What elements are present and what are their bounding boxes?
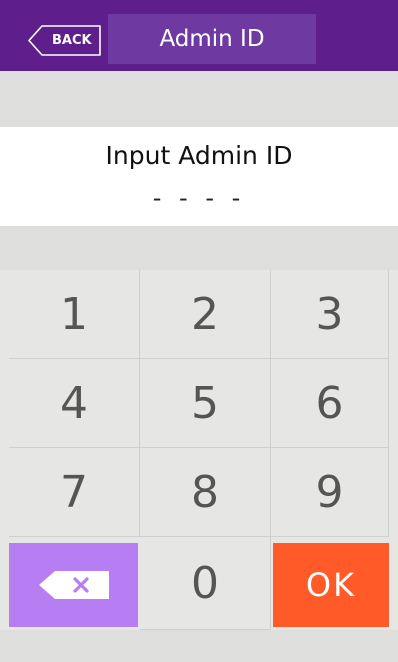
ok-button[interactable]: OK <box>273 543 389 627</box>
key-4[interactable]: 4 <box>9 359 140 448</box>
spacer-band-bottom <box>0 630 398 662</box>
admin-id-display: - - - - <box>152 184 246 212</box>
key-2[interactable]: 2 <box>140 270 271 359</box>
key-0[interactable]: 0 <box>140 537 271 630</box>
key-6[interactable]: 6 <box>271 359 389 448</box>
input-prompt: Input Admin ID <box>105 141 293 170</box>
delete-button[interactable] <box>9 543 138 627</box>
key-3[interactable]: 3 <box>271 270 389 359</box>
spacer-band-top <box>0 71 398 127</box>
numeric-keypad: 1 2 3 4 5 6 7 8 9 0 OK <box>0 270 398 630</box>
back-button[interactable]: BACK <box>28 25 102 56</box>
header-bar: BACK Admin ID <box>0 0 398 71</box>
key-5[interactable]: 5 <box>140 359 271 448</box>
backspace-icon <box>38 571 109 599</box>
back-button-label: BACK <box>52 33 92 48</box>
key-9[interactable]: 9 <box>271 448 389 537</box>
key-1[interactable]: 1 <box>9 270 140 359</box>
spacer-band-mid <box>0 226 398 270</box>
key-8[interactable]: 8 <box>140 448 271 537</box>
key-7[interactable]: 7 <box>9 448 140 537</box>
page-title: Admin ID <box>108 14 316 64</box>
